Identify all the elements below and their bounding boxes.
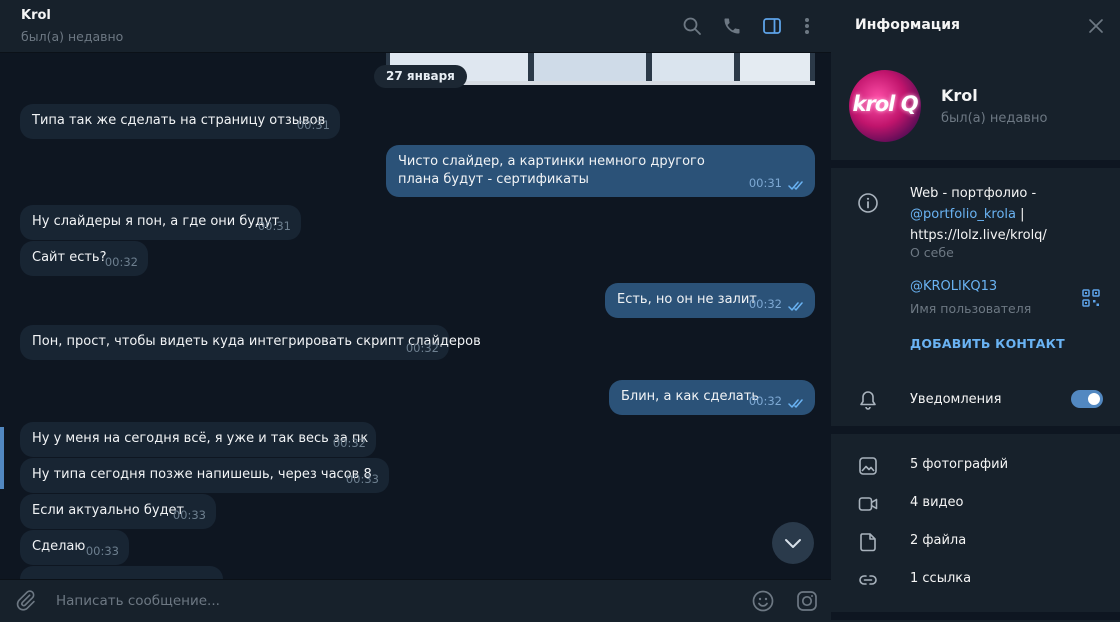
message-time: 00:33	[345, 472, 379, 486]
message-time: 00:31	[257, 219, 291, 233]
peer-name[interactable]: Krol	[21, 8, 51, 23]
chevron-down-icon	[785, 539, 801, 548]
bell-icon	[860, 391, 876, 410]
avatar[interactable]: krol Q	[849, 70, 921, 142]
info-panel: Информация krol Q Krol был(а) недавно We…	[831, 0, 1120, 622]
media-links-label: 1 ссылка	[910, 571, 972, 586]
message-bubble[interactable]: Сделаю 00:33	[20, 530, 129, 565]
message-time: 00:32	[748, 297, 782, 311]
message-bubble[interactable]: Блин, а как сделать 00:32	[609, 380, 815, 415]
message-text: Сайт есть?	[32, 250, 107, 265]
search-icon[interactable]	[680, 14, 704, 38]
message-time: 00:31	[748, 176, 782, 190]
message-bubble[interactable]: Ну типа сегодня позже напишешь, через ча…	[20, 458, 389, 493]
message-bubble[interactable]: Чисто слайдер, а картинки немного другог…	[386, 145, 815, 197]
message-time: 00:32	[104, 255, 138, 269]
chat-pane: Krol был(а) недавно 27 января Типа так ж…	[0, 0, 831, 622]
message-text: Есть, но он не залит	[617, 292, 757, 307]
message-time: 00:33	[172, 508, 206, 522]
bio-caption: О себе	[910, 245, 954, 260]
qr-code-icon[interactable]	[1082, 289, 1100, 307]
emoji-icon[interactable]	[751, 589, 775, 613]
profile-status: был(а) недавно	[941, 111, 1048, 126]
notifications-toggle[interactable]	[1071, 390, 1103, 408]
message-input[interactable]	[56, 591, 696, 611]
read-checks-icon	[788, 399, 803, 408]
bio-text: Web - портфолио -	[910, 186, 1037, 201]
divider	[831, 160, 1120, 168]
bio-separator: |	[1015, 207, 1025, 222]
info-icon	[858, 193, 878, 213]
message-text: Типа так же сделать на страницу отзывов	[32, 113, 326, 128]
message-time: 00:33	[85, 544, 119, 558]
message-text: Сделаю	[32, 539, 86, 554]
message-time: 00:31	[296, 118, 330, 132]
read-checks-icon	[788, 181, 803, 190]
photo-icon	[859, 457, 877, 475]
message-bubble[interactable]	[20, 566, 223, 579]
username-caption: Имя пользователя	[910, 301, 1032, 316]
message-time: 00:32	[332, 436, 366, 450]
message-text: Чисто слайдер, а картинки немного другог…	[398, 154, 705, 187]
message-bubble[interactable]: Пон, прост, чтобы видеть куда интегриров…	[20, 325, 481, 360]
selection-marker	[0, 427, 4, 489]
message-list[interactable]: 27 января Типа так же сделать на страниц…	[0, 53, 831, 579]
phone-icon[interactable]	[720, 14, 744, 38]
bio: Web - портфолио - @portfolio_krola | htt…	[910, 183, 1090, 246]
bio-channel-link[interactable]: @portfolio_krola	[910, 207, 1016, 222]
message-text: Ну слайдеры я пон, а где они будут	[32, 214, 280, 229]
media-links[interactable]: 1 ссылка	[831, 561, 1120, 599]
peer-status: был(а) недавно	[21, 29, 124, 44]
message-bubble[interactable]: Ну слайдеры я пон, а где они будут 00:31	[20, 205, 301, 240]
notifications-label: Уведомления	[910, 392, 1002, 407]
message-bubble[interactable]: Есть, но он не залит 00:32	[605, 283, 815, 318]
read-checks-icon	[788, 302, 803, 311]
profile-name: Krol	[941, 86, 978, 105]
sticker-icon[interactable]	[795, 589, 819, 613]
message-bubble[interactable]: Ну у меня на сегодня всё, я уже и так ве…	[20, 422, 376, 457]
username-link[interactable]: @KROLIKQ13	[910, 279, 997, 294]
avatar-logo: krol Q	[852, 92, 918, 116]
media-photos[interactable]: 5 фотографий	[831, 447, 1120, 485]
info-title: Информация	[855, 17, 960, 33]
media-photos-label: 5 фотографий	[910, 457, 1009, 472]
message-bubble[interactable]: Если актуально будет 00:33	[20, 494, 216, 529]
composer	[0, 579, 831, 622]
message-text: Если актуально будет	[32, 503, 185, 518]
divider	[831, 612, 1120, 620]
video-icon	[858, 497, 878, 511]
add-contact-button[interactable]: ДОБАВИТЬ КОНТАКТ	[910, 336, 1065, 351]
message-time: 00:32	[405, 341, 439, 355]
file-icon	[860, 533, 876, 552]
paperclip-icon[interactable]	[16, 590, 40, 614]
chat-header: Krol был(а) недавно	[0, 0, 831, 53]
message-text: Ну типа сегодня позже напишешь, через ча…	[32, 467, 372, 482]
sidebar-toggle-icon[interactable]	[760, 14, 784, 38]
message-time: 00:32	[748, 394, 782, 408]
message-text: Блин, а как сделать	[621, 389, 759, 404]
message-text: Ну у меня на сегодня всё, я уже и так ве…	[32, 431, 369, 446]
divider	[831, 426, 1120, 434]
scroll-down-button[interactable]	[772, 522, 814, 564]
date-pill: 27 января	[374, 65, 467, 88]
link-icon	[859, 575, 877, 585]
media-videos[interactable]: 4 видео	[831, 485, 1120, 523]
close-icon[interactable]	[1086, 16, 1106, 36]
message-bubble[interactable]: Типа так же сделать на страницу отзывов …	[20, 104, 340, 139]
media-files[interactable]: 2 файла	[831, 523, 1120, 561]
media-files-label: 2 файла	[910, 533, 967, 548]
media-videos-label: 4 видео	[910, 495, 964, 510]
bio-url[interactable]: https://lolz.live/krolq/	[910, 228, 1047, 243]
message-bubble[interactable]: Сайт есть? 00:32	[20, 241, 148, 276]
more-vertical-icon[interactable]	[795, 14, 819, 38]
